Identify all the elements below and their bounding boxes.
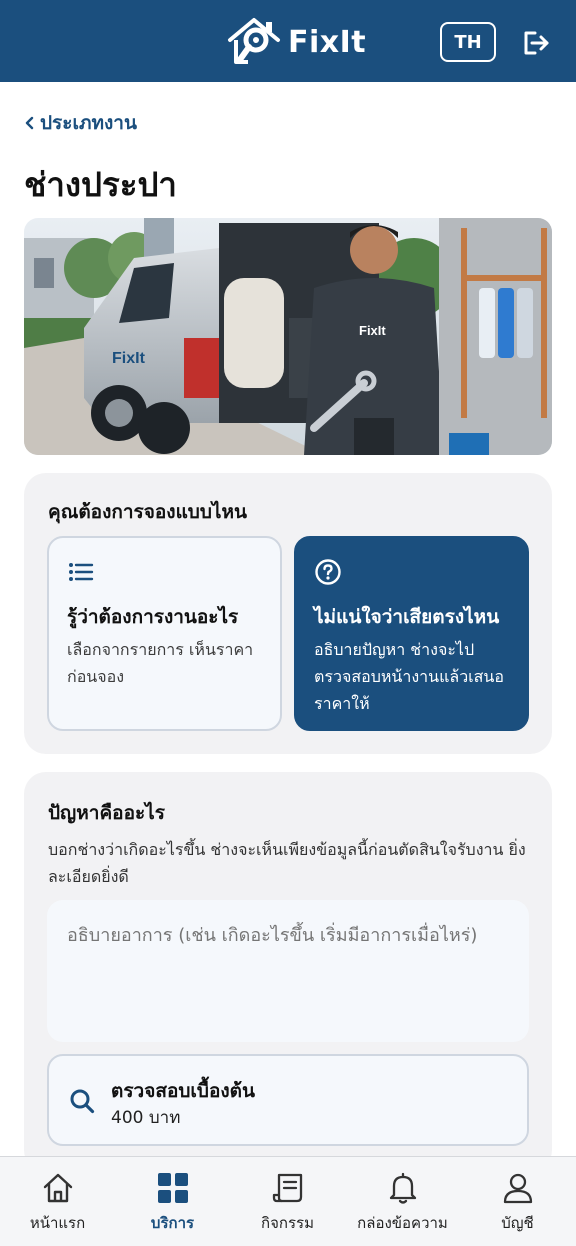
van-badge: FixIt [112,350,146,367]
nav-account-label: บัญชี [501,1214,534,1232]
nav-services[interactable]: บริการ [115,1171,230,1235]
hero-image: FixIt FixIt [24,218,552,455]
top-bar: FixIt TH [0,0,576,82]
nav-activity[interactable]: กิจกรรม [230,1171,345,1235]
brand-name: FixIt [288,24,367,60]
option-unsure-description: อธิบายปัญหา ช่างจะไปตรวจสอบหน้างานแล้วเส… [314,640,504,713]
grid-icon [157,1173,188,1203]
nav-home[interactable]: หน้าแรก [0,1171,115,1235]
problem-subtitle: บอกช่างว่าเกิดอะไรขึ้น ช่างจะเห็นเพียงข้… [48,840,526,886]
bottom-nav: หน้าแรก บริการ กิจกรรม กล่องข้อความ บัญช… [0,1156,576,1246]
nav-account[interactable]: บัญชี [460,1171,575,1235]
language-button[interactable]: TH [440,22,496,62]
problem-card: ปัญหาคืออะไร บอกช่างว่าเกิดอะไรขึ้น ช่าง… [24,772,552,1172]
service-price: 400 บาท [111,1108,181,1128]
brand[interactable]: FixIt [226,16,366,68]
question-icon [315,559,341,585]
search-icon [70,1089,95,1114]
bell-icon [389,1172,416,1204]
back-link[interactable]: ประเภทงาน [24,108,137,138]
booking-type-title: คุณต้องการจองแบบไหน [48,501,247,523]
back-label: ประเภทงาน [40,112,137,134]
user-icon [503,1173,532,1204]
problem-title: ปัญหาคืออะไร [48,802,165,824]
problem-description-input[interactable] [47,900,529,1042]
option-known-job[interactable]: รู้ว่าต้องการงานอะไร เลือกจากรายการ เห็น… [47,536,282,731]
list-icon [69,563,94,581]
jacket-badge: FixIt [359,323,386,338]
receipt-icon [272,1173,302,1203]
service-inspection[interactable]: ตรวจสอบเบื้องต้น 400 บาท [47,1054,529,1146]
booking-type-card: คุณต้องการจองแบบไหน รู้ว่าต้องการงานอะไร… [24,473,552,754]
page-title: ช่างประปา [24,165,177,204]
option-unsure-problem[interactable]: ไม่แน่ใจว่าเสียตรงไหน อธิบายปัญหา ช่างจะ… [294,536,529,731]
nav-inbox[interactable]: กล่องข้อความ [345,1171,460,1235]
nav-activity-label: กิจกรรม [261,1214,314,1232]
option-known-description: เลือกจากรายการ เห็นราคาก่อนจอง [67,640,254,686]
house-wrench-logo [228,18,280,64]
home-icon [43,1173,72,1203]
nav-inbox-label: กล่องข้อความ [357,1214,448,1232]
logout-icon[interactable] [520,27,552,59]
service-name: ตรวจสอบเบื้องต้น [111,1080,255,1102]
nav-services-label: บริการ [150,1214,195,1232]
option-unsure-heading: ไม่แน่ใจว่าเสียตรงไหน [314,606,500,628]
chevron-left-icon [25,116,34,130]
option-known-heading: รู้ว่าต้องการงานอะไร [67,606,239,628]
nav-home-label: หน้าแรก [29,1214,86,1232]
